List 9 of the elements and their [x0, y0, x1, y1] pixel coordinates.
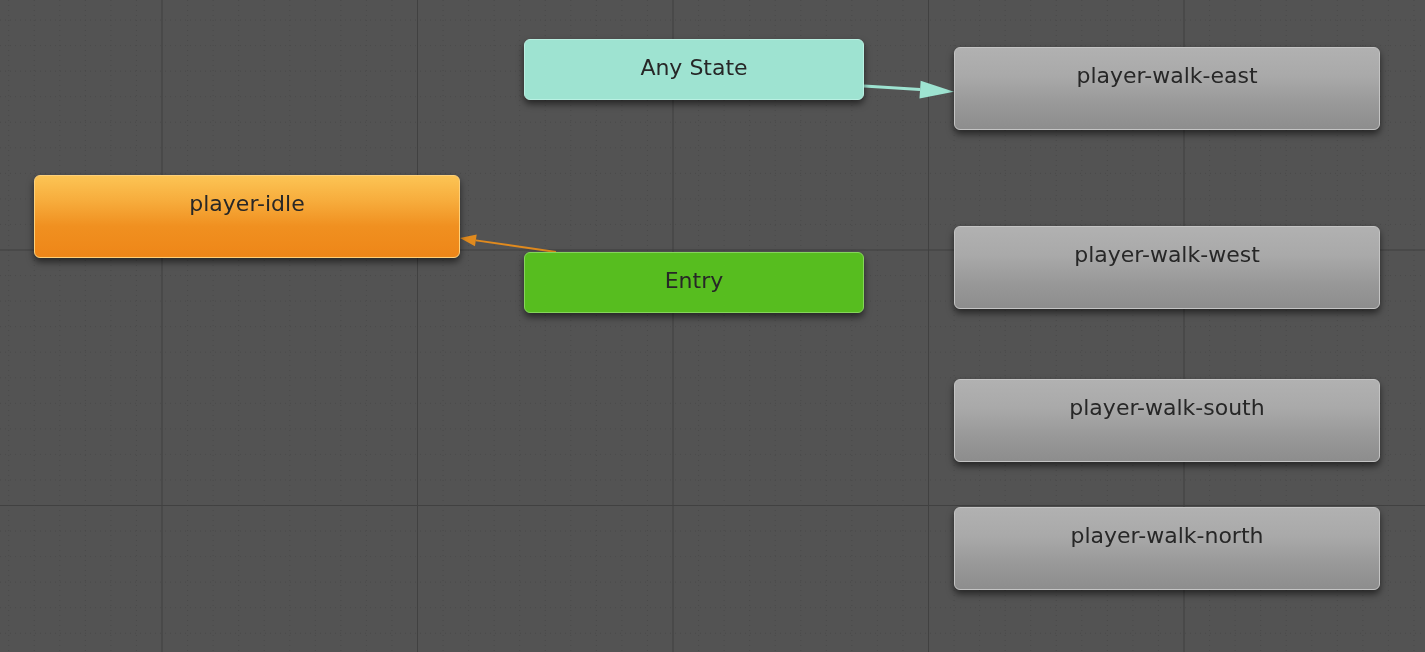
- any-state-node[interactable]: Any State: [524, 39, 864, 100]
- state-node[interactable]: player-walk-south: [954, 379, 1380, 462]
- state-node[interactable]: player-walk-east: [954, 47, 1380, 130]
- state-node[interactable]: player-idle: [34, 175, 460, 258]
- state-node[interactable]: player-walk-north: [954, 507, 1380, 590]
- transition-arrow[interactable]: [460, 234, 557, 253]
- entry-node[interactable]: Entry: [524, 252, 864, 313]
- state-node[interactable]: player-walk-west: [954, 226, 1380, 309]
- transition-arrow[interactable]: [863, 80, 954, 99]
